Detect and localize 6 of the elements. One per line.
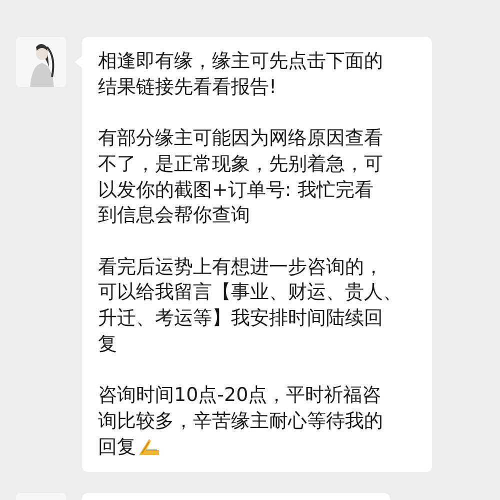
message-text: 咨询时间10点-20点，平时祈福咨 询比较多，辛苦缘主耐心等待我的 [98,383,384,434]
message-text: 相逢即有缘，缘主可先点击下面的 结果链接先看看报告! [98,50,383,98]
message-text: 看完后运势上有想进一步咨询的， 可以给我留言【事业、财运、贵人、 升迁、考运等】我安排时间陆续回 复 [98,256,402,355]
message-text: 有部分缘主可能因为网络原因查看 不了，是正常现象，先别着急，可 以发你的截图+订单号: 我忙完看 到信息会帮你查询 [98,127,383,226]
avatar-figure-icon[interactable] [16,37,66,87]
message-text: 回复 [98,436,136,458]
